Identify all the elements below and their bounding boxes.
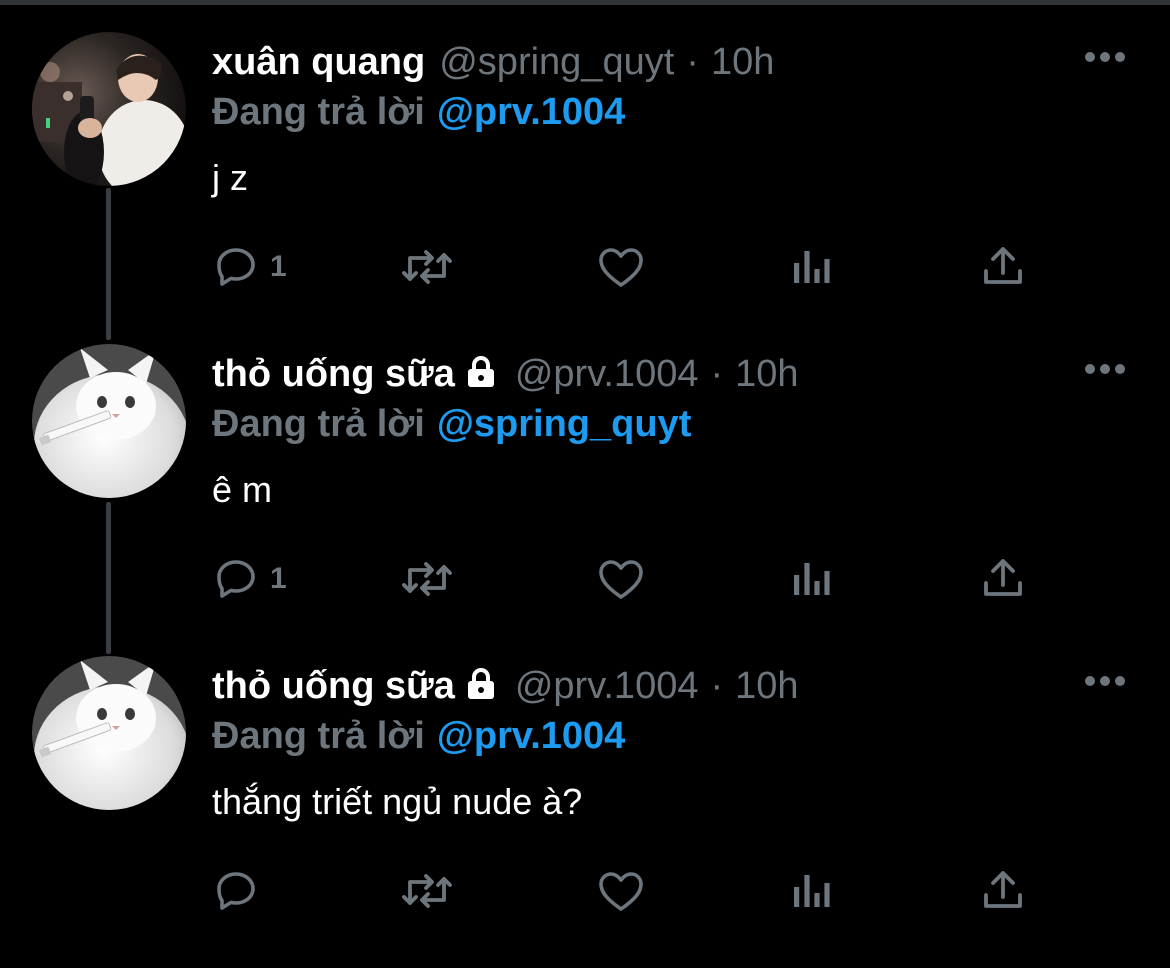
analytics-bars-icon (794, 251, 830, 283)
replying-to-handle[interactable]: @prv.1004 (437, 91, 625, 133)
tweet-text: ê m (212, 469, 273, 510)
retweet-button[interactable] (398, 242, 456, 292)
lock-icon (467, 668, 494, 699)
timestamp[interactable]: 10h (735, 346, 798, 402)
reply-bubble-icon (217, 248, 255, 286)
user-handle[interactable]: @spring_quyt (439, 34, 674, 90)
views-button[interactable] (792, 554, 832, 604)
replying-to: Đang trả lời @prv.1004 (212, 708, 625, 764)
more-horizontal-icon[interactable] (1084, 362, 1126, 376)
retweet-button[interactable] (398, 866, 456, 916)
tweet-text: thắng triết ngủ nude à? (212, 781, 583, 822)
views-button[interactable] (792, 242, 832, 292)
reply-button[interactable]: 1 (212, 554, 287, 604)
tweet[interactable]: thỏ uống sữa @prv.1004 · 10h Đang trả lờ… (0, 656, 1170, 968)
display-name[interactable]: thỏ uống sữa (212, 346, 455, 402)
heart-icon (599, 248, 643, 287)
heart-icon (599, 872, 643, 911)
tweet[interactable]: thỏ uống sữa @prv.1004 · 10h Đang trả lờ… (0, 344, 1170, 656)
retweet-icon (402, 874, 452, 908)
replying-to-handle[interactable]: @spring_quyt (437, 403, 692, 445)
user-handle[interactable]: @prv.1004 (515, 346, 699, 402)
analytics-bars-icon (794, 563, 830, 595)
replying-to-label: Đang trả lời (212, 91, 425, 133)
tweet-actions: 1 (212, 242, 1042, 292)
replying-to-label: Đang trả lời (212, 403, 425, 445)
tweet[interactable]: xuân quang @spring_quyt · 10h Đang trả l… (0, 32, 1170, 344)
avatar[interactable] (32, 32, 186, 186)
like-button[interactable] (596, 554, 646, 604)
like-button[interactable] (596, 242, 646, 292)
views-button[interactable] (792, 866, 832, 916)
reply-bubble-icon (217, 560, 255, 598)
share-button[interactable] (980, 866, 1026, 916)
retweet-icon (402, 562, 452, 596)
share-button[interactable] (980, 242, 1026, 292)
more-horizontal-icon[interactable] (1084, 674, 1126, 688)
reply-count: 1 (270, 250, 287, 283)
reply-button[interactable] (212, 866, 270, 916)
reply-button[interactable]: 1 (212, 242, 287, 292)
tweet-actions (212, 866, 1042, 916)
analytics-bars-icon (794, 875, 830, 907)
tweet-header: xuân quang @spring_quyt · 10h (212, 34, 774, 90)
timestamp[interactable]: 10h (735, 658, 798, 714)
replying-to: Đang trả lời @spring_quyt (212, 396, 691, 452)
top-divider (0, 0, 1170, 5)
retweet-icon (402, 250, 452, 284)
more-horizontal-icon[interactable] (1084, 50, 1126, 64)
separator: · (686, 41, 699, 83)
user-handle[interactable]: @prv.1004 (515, 658, 699, 714)
reply-bubble-icon (217, 872, 255, 910)
separator: · (710, 353, 724, 395)
white-cat-avatar (32, 344, 186, 498)
tweet-header: thỏ uống sữa @prv.1004 · 10h (212, 658, 799, 714)
lock-icon (467, 356, 494, 387)
retweet-button[interactable] (398, 554, 456, 604)
avatar[interactable] (32, 344, 186, 498)
like-button[interactable] (596, 866, 646, 916)
display-name[interactable]: xuân quang (212, 34, 425, 90)
share-upload-icon (984, 871, 1022, 908)
heart-icon (599, 560, 643, 599)
tweet-header: thỏ uống sữa @prv.1004 · 10h (212, 346, 799, 402)
tweet-text: j z (212, 157, 248, 198)
replying-to-label: Đang trả lời (212, 715, 425, 757)
share-upload-icon (984, 247, 1022, 284)
person-photo-avatar (32, 32, 186, 186)
replying-to-handle[interactable]: @prv.1004 (437, 715, 625, 757)
display-name[interactable]: thỏ uống sữa (212, 658, 455, 714)
reply-count: 1 (270, 562, 287, 595)
avatar[interactable] (32, 656, 186, 810)
replying-to: Đang trả lời @prv.1004 (212, 84, 625, 140)
separator: · (710, 665, 724, 707)
timestamp[interactable]: 10h (711, 34, 774, 90)
share-upload-icon (984, 559, 1022, 596)
share-button[interactable] (980, 554, 1026, 604)
white-cat-avatar (32, 656, 186, 810)
tweet-actions: 1 (212, 554, 1042, 604)
